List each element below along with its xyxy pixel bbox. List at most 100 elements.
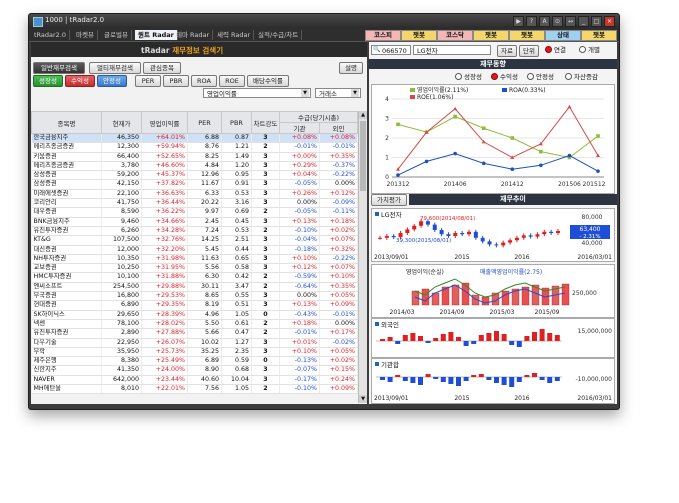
table-row[interactable]: 다우기술 22,950 +26.07% 10.02 1.27 3 +0.01% -0.02% [31, 338, 359, 348]
stock-name-field[interactable]: LG전자 [413, 45, 491, 55]
radio-stability[interactable]: 안정성 [527, 72, 554, 82]
detail-button[interactable]: 자료 [497, 45, 517, 57]
filter-pbr[interactable]: PBR [163, 75, 189, 87]
earnings-chart: 영업이익(순실) 매출액영업이익률(2.75) 250,000 2014/03 2014… [371, 264, 615, 318]
quick-tab-5[interactable]: 상태 [545, 30, 581, 41]
col-header-price[interactable]: 현재가 [101, 111, 142, 134]
menu-tab-tradar[interactable]: tRadar2.0 [31, 30, 71, 40]
help-icon[interactable]: ? [526, 16, 537, 27]
unit-button[interactable]: 단위 [519, 45, 539, 57]
table-row[interactable]: 무학 35,950 +25.73% 35.25 2.35 3 +0.10% +0.05% [31, 347, 359, 358]
search-icon[interactable]: 🔍 [373, 46, 380, 53]
col-header-per[interactable]: PER [187, 111, 222, 134]
table-row[interactable]: KT&G 107,500 +32.76% 14.25 2.51 3 -0.04% +0.07% [31, 235, 359, 246]
quick-tab-1[interactable]: 챗봇 [401, 30, 437, 41]
table-row[interactable]: 부국증권 16,800 +29.53% 8.65 0.55 3 0.00% +0.05% [31, 291, 359, 302]
font-icon[interactable]: A [539, 16, 550, 27]
table-row[interactable]: NH투자증권 10,350 +31.98% 11.63 0.65 3 +0.10% -0.22… [31, 254, 359, 265]
scroll-thumb[interactable] [360, 121, 366, 191]
col-header-strength[interactable]: 차트강도 [251, 111, 280, 134]
help-button[interactable]: 설명 [339, 62, 363, 74]
table-row[interactable]: 유진투자증권 6,260 +34.28% 7.24 0.53 2 -0.10% +0.02% [31, 226, 359, 237]
minimize-icon[interactable]: _ [578, 16, 589, 27]
table-row[interactable]: 키움증권 66,400 +52.65% 8.25 1.49 3 +0.00% +0.35% [31, 152, 359, 162]
radio-asset-change[interactable]: 자산증감 [565, 72, 598, 82]
quick-tab-3[interactable]: 챗봇 [473, 30, 509, 41]
candle [549, 231, 554, 233]
settings-icon[interactable]: ⊙ [552, 16, 563, 27]
table-row[interactable]: MH에탄올 8,010 +22.01% 7.56 1.05 2 -0.10% +0.09% [31, 384, 359, 395]
table-row[interactable]: HMC투자증권 10,100 +31.88% 6.30 0.42 2 -0.59% +0.10… [31, 272, 359, 283]
table-row[interactable]: 한국금융지주 46,350 +64.01% 6.88 0.87 3 +0.08% +0.08% [31, 133, 359, 144]
table-row[interactable]: 삼성증권 59,200 +45.37% 12.96 0.95 3 +0.04% -0.22% [31, 170, 359, 181]
menu-tab-theme-radar[interactable]: 테마 Radar [173, 30, 214, 40]
col-header-opm[interactable]: 영업이익률 [141, 111, 188, 134]
table-row[interactable]: 미래에셋증권 22,100 +36.63% 6.33 0.53 3 +0.26% +0.12% [31, 189, 359, 200]
x-tick-label: 201406 [444, 181, 467, 188]
filter-growth[interactable]: 성장성 [33, 75, 63, 87]
scroll-up-icon[interactable]: ▲ [359, 111, 367, 119]
table-row[interactable]: 코리안리 41,750 +36.44% 20.22 3.16 3 0.00% -0.09% [31, 198, 359, 209]
table-row[interactable]: 메리츠종금증권 12,300 +59.94% 8.76 1.21 2 -0.01% -0.01… [31, 142, 359, 153]
cell-name: HMC투자증권 [31, 272, 102, 283]
col-header-foreign[interactable]: 외인 [318, 122, 359, 134]
tab-watchlist[interactable]: 관심종목 [143, 62, 181, 74]
filter-dividend-yield[interactable]: 배당수익률 [247, 75, 289, 87]
filter-roa[interactable]: ROA [191, 75, 217, 87]
table-scrollbar[interactable]: ▲ ▼ [358, 111, 367, 403]
radio-growth[interactable]: 성장성 [455, 72, 482, 82]
menu-tab-earnings[interactable]: 실적/수급/차트 [255, 30, 303, 40]
menu-tab-marketview[interactable]: 마켓뷰 [73, 30, 98, 40]
radio-consolidated[interactable]: 연결 [545, 45, 566, 55]
cell-institution: -0.10% [279, 384, 320, 395]
table-row[interactable]: 메리츠종금증권 3,780 +46.60% 4.84 1.20 3 +0.29% -0.37% [31, 161, 359, 172]
quick-tab-4[interactable]: 챗봇 [509, 30, 545, 41]
table-row[interactable]: 유진투자증권 2,890 +27.88% 5.66 0.47 2 -0.01% +0.17% [31, 328, 359, 339]
flow-bar [509, 341, 515, 345]
table-row[interactable]: 신한지주 41,350 +24.00% 8.90 0.68 3 -0.07% +0.15% [31, 365, 359, 376]
scroll-down-icon[interactable]: ▼ [359, 395, 367, 403]
quick-tab-6[interactable]: 챗봇 [581, 30, 617, 41]
cell-opm: +34.66% [141, 217, 188, 227]
cell-price: 46,350 [101, 133, 142, 144]
table-row[interactable]: SK하이닉스 29,650 +28.39% 4.96 1.05 0 -0.43% -0.01% [31, 310, 359, 320]
cell-per: 5.56 [187, 263, 222, 274]
col-header-name[interactable]: 종목명 [31, 111, 102, 134]
table-row[interactable]: 제주은행 8,380 +25.49% 6.89 0.59 0 -0.13% +0.02% [31, 356, 359, 367]
table-row[interactable]: 넥센 78,100 +28.02% 5.50 0.61 2 +0.18% 0.00% [31, 319, 359, 330]
cell-institution: -0.18% [279, 245, 320, 255]
col-header-institution[interactable]: 기관 [279, 122, 320, 134]
play-icon[interactable]: ▶ [513, 16, 524, 27]
close-icon[interactable]: × [604, 16, 615, 27]
tab-valuation[interactable]: 가치평가 [371, 194, 407, 206]
menu-tab-force-radar[interactable]: 세력 Radar [214, 30, 255, 40]
x-tick-label: 2014/03 [390, 309, 415, 316]
filter-profitability[interactable]: 수익성 [65, 75, 95, 87]
filter-stability[interactable]: 안정성 [97, 75, 127, 87]
radio-separate[interactable]: 개별 [579, 45, 600, 55]
table-row[interactable]: 교보증권 10,250 +31.95% 5.56 0.58 3 +0.12% +0.07% [31, 263, 359, 274]
cell-institution: -0.64% [279, 282, 320, 293]
quick-tab-0[interactable]: 코스피 [365, 30, 401, 41]
filter-roe[interactable]: ROE [219, 75, 245, 87]
table-row[interactable]: 엔씨소프트 254,500 +29.88% 30.11 3.47 2 -0.64% +0.35… [31, 282, 359, 293]
table-row[interactable]: 현대증권 6,890 +29.35% 8.19 0.51 3 +0.13% +0.09% [31, 300, 359, 311]
metric-select[interactable]: 영업이익률 ▼ [203, 88, 311, 98]
radio-profitability[interactable]: 수익성 [491, 72, 518, 82]
table-row[interactable]: NAVER 642,000 +23.44% 40.60 10.04 3 -0.17% +0.2… [31, 375, 359, 386]
market-select[interactable]: 거래소 ▼ [315, 88, 361, 98]
filter-per[interactable]: PER [135, 75, 161, 87]
resize-icon[interactable]: ↔ [565, 16, 576, 27]
menu-tab-globalview[interactable]: 글로벌뷰 [101, 30, 132, 40]
data-point [453, 106, 458, 111]
table-row[interactable]: BNK금융지주 9,460 +34.66% 2.45 0.45 3 +0.13% +0.18% [31, 217, 359, 227]
menu-tab-quant-radar[interactable]: 퀀트 Radar [135, 30, 178, 40]
tab-general-search[interactable]: 일반재무검색 [33, 62, 85, 74]
tab-multi-search[interactable]: 멀티재무검색 [89, 62, 141, 74]
quick-tab-2[interactable]: 코스닥 [437, 30, 473, 41]
col-header-pbr[interactable]: PBR [221, 111, 252, 134]
table-row[interactable]: 대신증권 12,000 +32.20% 5.45 0.44 3 -0.18% +0.32% [31, 245, 359, 255]
table-row[interactable]: 대우증권 8,590 +36.22% 9.97 0.69 2 -0.05% -0.11% [31, 207, 359, 218]
maximize-icon[interactable]: □ [591, 16, 602, 27]
table-row[interactable]: 삼성증권 42,150 +37.82% 11.67 0.91 3 -0.05% 0.00% [31, 179, 359, 190]
